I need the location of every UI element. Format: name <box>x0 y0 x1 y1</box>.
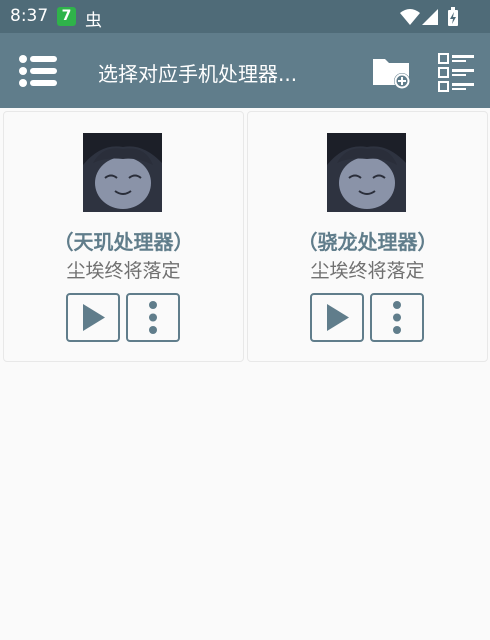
battery-charging-icon <box>448 7 458 26</box>
toolbar: 选择对应手机处理器... <box>0 33 490 108</box>
more-vertical-icon <box>149 301 157 334</box>
more-options-button[interactable] <box>370 293 424 342</box>
avatar <box>327 133 406 212</box>
play-button[interactable] <box>310 293 364 342</box>
avatar <box>83 133 162 212</box>
more-vertical-icon <box>393 301 401 334</box>
card-title: （骁龙处理器） <box>297 230 438 254</box>
menu-list-icon[interactable] <box>18 54 58 88</box>
card-title: （天玑处理器） <box>53 230 194 254</box>
checklist-icon[interactable] <box>438 52 476 92</box>
play-icon <box>327 304 349 331</box>
status-bar: 8:37 7 虫 <box>0 0 490 33</box>
app-badge-icon: 7 <box>57 7 76 26</box>
more-options-button[interactable] <box>126 293 180 342</box>
play-button[interactable] <box>66 293 120 342</box>
card-subtitle: 尘埃终将落定 <box>310 260 425 282</box>
status-icons <box>400 7 458 26</box>
play-icon <box>83 304 105 331</box>
card-subtitle: 尘埃终将落定 <box>66 260 181 282</box>
page-title: 选择对应手机处理器... <box>98 62 298 86</box>
signal-icon <box>422 9 438 25</box>
bug-icon: 虫 <box>85 11 102 31</box>
folder-add-icon[interactable] <box>372 55 412 89</box>
status-time: 8:37 <box>10 6 49 26</box>
processor-card[interactable]: （骁龙处理器） 尘埃终将落定 <box>247 111 488 362</box>
processor-card[interactable]: （天玑处理器） 尘埃终将落定 <box>3 111 244 362</box>
wifi-icon <box>400 9 420 25</box>
